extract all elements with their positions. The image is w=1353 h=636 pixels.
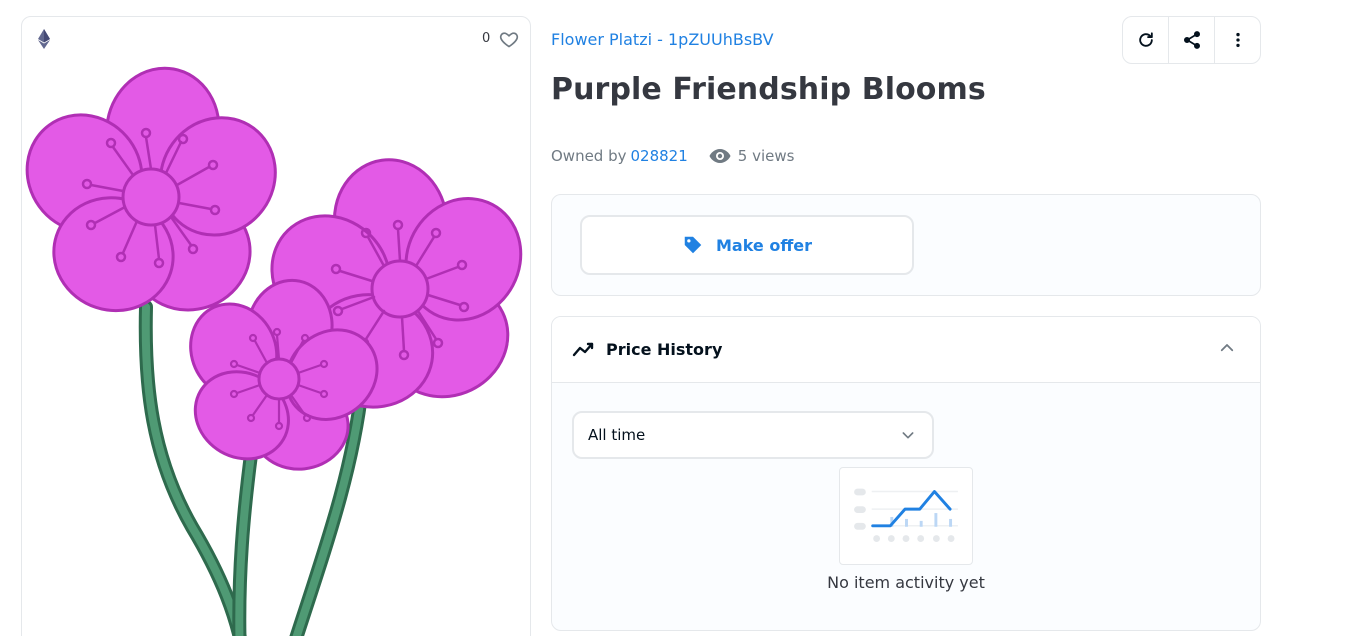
views-count: 5 views [737,147,795,165]
offer-panel: Make offer [551,194,1261,296]
nft-artwork [25,66,523,636]
period-select-value: All time [588,426,646,444]
item-actions-group [1122,16,1261,64]
item-title: Purple Friendship Blooms [551,72,986,107]
make-offer-button[interactable]: Make offer [580,215,914,275]
price-history-title: Price History [606,340,723,359]
chevron-up-icon[interactable] [1218,339,1236,357]
eye-icon [709,149,731,163]
refresh-button[interactable] [1123,17,1169,63]
share-icon [1183,31,1200,49]
price-history-header[interactable]: Price History [552,317,1260,383]
make-offer-label: Make offer [715,235,813,255]
tag-icon [684,236,702,254]
owner-link[interactable]: 028821 [631,147,688,165]
trending-icon [572,342,594,356]
empty-chart-illustration [839,467,973,565]
ethereum-icon [38,29,50,49]
nft-image-card: 0 [21,16,531,636]
empty-activity-message: No item activity yet [827,573,985,592]
owned-by-label: Owned by [551,147,627,165]
price-history-panel: Price History All time No item activity … [551,316,1261,631]
heart-icon[interactable] [499,29,519,49]
item-meta: Owned by 028821 5 views [551,144,794,168]
more-options-button[interactable] [1215,17,1260,63]
share-button[interactable] [1169,17,1215,63]
refresh-icon [1138,32,1153,47]
more-vertical-icon [1235,32,1240,48]
chevron-down-icon [902,432,914,439]
collection-link[interactable]: Flower Platzi - 1pZUUhBsBV [551,30,774,49]
favorites-count: 0 [482,31,491,46]
period-select[interactable]: All time [572,411,934,459]
